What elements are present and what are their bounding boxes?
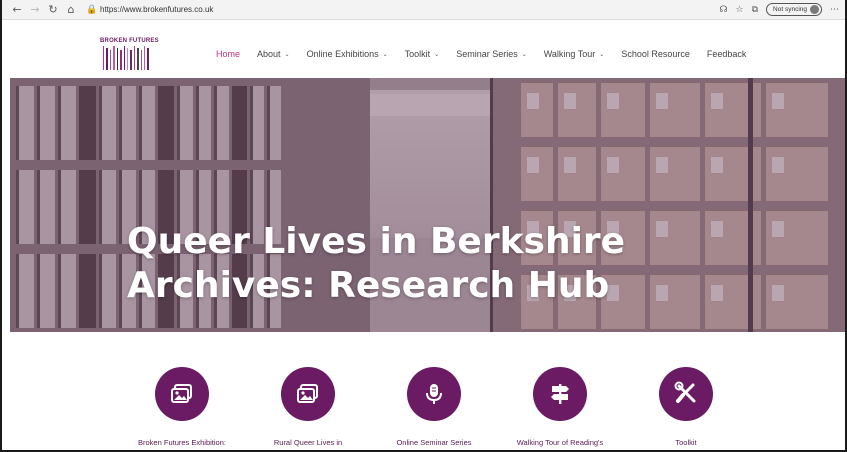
logo-text: BROKEN FUTURES [100,38,159,44]
sync-label: Not syncing [773,6,807,13]
hero-title: Queer Lives in Berkshire Archives: Resea… [127,220,727,308]
more-options-icon[interactable]: ⋯ [830,5,839,15]
site-header: BROKEN FUTURES Home About ⌄ Online Exhibiti… [2,20,845,78]
logo-stripe [120,50,122,70]
logo-stripe [130,50,132,70]
nav-item-seminar-series[interactable]: Seminar Series ⌄ [456,49,527,59]
logo-stripe [123,46,125,70]
logo-stripe [106,48,108,70]
arrow-right-icon[interactable]: → [26,1,44,19]
logo-stripe [116,48,119,70]
refresh-icon[interactable]: ↻ [44,1,62,19]
browser-window: ← → ↻ ⌂ 🔒 https://www.brokenfutures.co.u… [0,0,847,452]
site-logo[interactable]: BROKEN FUTURES [100,38,159,72]
chevron-down-icon: ⌄ [599,50,605,58]
feature-link[interactable]: Walking Tour of Reading's [500,367,620,447]
nav-item-label: About [257,49,281,59]
nav-item-home[interactable]: Home [216,49,240,59]
avatar-icon [810,5,819,14]
logo-stripe [140,50,143,70]
nav-item-toolkit[interactable]: Toolkit ⌄ [405,49,440,59]
logo-stripe [137,48,139,70]
gallery-icon[interactable] [281,367,335,421]
logo-stripe [126,48,129,70]
feature-link[interactable]: Rural Queer Lives in [248,367,368,447]
hero-banner: Queer Lives in Berkshire Archives: Resea… [10,78,845,332]
chevron-down-icon: ⌄ [434,50,440,58]
nav-item-online-exhibitions[interactable]: Online Exhibitions ⌄ [307,49,388,59]
signpost-icon[interactable] [533,367,587,421]
feature-link[interactable]: Broken Futures Exhibition: [122,367,242,447]
arrow-left-icon[interactable]: ← [8,1,26,19]
chevron-down-icon: ⌄ [521,50,527,58]
nav-item-label: Toolkit [404,49,431,59]
nav-item-label: Home [216,49,241,59]
feature-label[interactable]: Online Seminar Series [396,438,471,447]
address-text: https://www.brokenfutures.co.uk [100,5,214,14]
feature-label[interactable]: Walking Tour of Reading's [517,438,603,447]
microphone-icon[interactable] [407,367,461,421]
nav-item-walking-tour[interactable]: Walking Tour ⌄ [544,49,605,59]
feature-links: Broken Futures Exhibition: Rural Queer Li… [122,367,722,450]
nav-item-label: School Resource [621,49,690,59]
logo-stripe [147,48,149,70]
feature-label[interactable]: Broken Futures Exhibition: [138,438,226,447]
browser-toolbar: ← → ↻ ⌂ 🔒 https://www.brokenfutures.co.u… [2,0,845,20]
lock-icon: 🔒 [86,4,98,15]
favorites-star-icon[interactable]: ☆ [736,5,744,15]
home-icon[interactable]: ⌂ [62,1,80,19]
profile-sync-button[interactable]: Not syncing [766,3,822,16]
read-aloud-icon[interactable]: ☊ [720,5,728,15]
logo-stripe [113,46,115,70]
main-nav: Home About ⌄ Online Exhibitions ⌄ Toolkit ⌄ Sem… [216,49,763,59]
chevron-down-icon: ⌄ [284,50,290,58]
feature-link[interactable]: Toolkit [626,367,746,447]
feature-link[interactable]: Online Seminar Series [374,367,494,447]
nav-item-about[interactable]: About ⌄ [257,49,290,59]
address-bar[interactable]: 🔒 https://www.brokenfutures.co.uk [86,3,213,17]
logo-stripe [133,46,136,70]
hero-title-line-2: Archives: Research Hub [127,265,610,306]
tools-icon[interactable] [659,367,713,421]
nav-item-label: Feedback [706,49,747,59]
collections-icon[interactable]: ⧉ [752,5,758,15]
logo-stripe [109,50,112,70]
hero-title-line-1: Queer Lives in Berkshire [127,221,626,262]
nav-item-label: Seminar Series [456,49,518,59]
logo-stripe [103,46,105,70]
gallery-icon[interactable] [155,367,209,421]
nav-item-school-resource[interactable]: School Resource [621,49,690,59]
nav-item-label: Online Exhibitions [306,49,379,59]
chevron-down-icon: ⌄ [382,50,388,58]
nav-item-label: Walking Tour [543,49,596,59]
logo-barcode-graphic [103,46,149,70]
logo-stripe [144,46,146,70]
nav-item-feedback[interactable]: Feedback [707,49,747,59]
feature-label[interactable]: Toolkit [675,438,696,447]
feature-label[interactable]: Rural Queer Lives in [274,438,342,447]
